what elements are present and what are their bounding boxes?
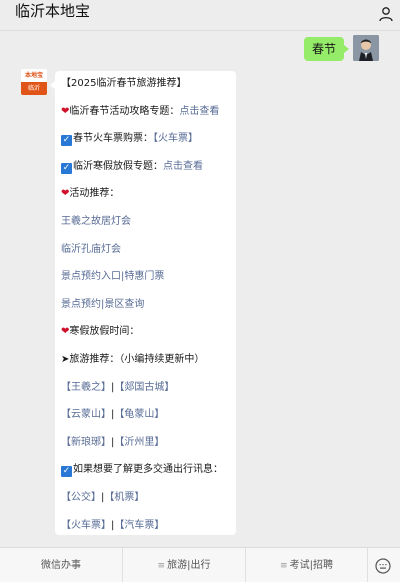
message-link[interactable]: 王羲之故居灯会	[61, 216, 131, 227]
message-link[interactable]: 【火车票】	[61, 520, 111, 531]
message-line: 【新琅琊】|【沂州里】	[61, 436, 164, 450]
message-link[interactable]: 【龟蒙山】	[114, 409, 164, 420]
message-line: 【王羲之】|【郯国古城】	[61, 381, 174, 395]
avatar-city-text: 临沂	[21, 82, 47, 95]
message-text: 旅游推荐：（小编持续更新中）	[69, 354, 205, 365]
message-line: ✓ 如果想要了解更多交通出行讯息：	[61, 463, 223, 478]
message-line: ❤临沂春节活动攻略专题：点击查看	[61, 105, 219, 119]
bottom-menu-bar: 微信办事 ≡ 旅游|出行 ≡ 考试|招聘	[0, 547, 400, 582]
incoming-bubble: 【2025临沂春节旅游推荐】 ❤临沂春节活动攻略专题：点击查看 ✓ 春节火车票购票：【…	[50, 71, 236, 535]
message-line: 【云蒙山】|【龟蒙山】	[61, 408, 164, 422]
message-line: ❤寒假放假时间：	[61, 325, 139, 339]
avatar-logo-text: 本地宝	[21, 69, 47, 82]
message-link[interactable]: 【沂州里】	[114, 437, 164, 448]
message-link[interactable]: 点击查看	[163, 161, 203, 172]
menu-label: 旅游|出行	[167, 560, 211, 571]
message-link[interactable]: 临沂孔庙灯会	[61, 244, 121, 255]
message-link[interactable]: 点击查看	[179, 106, 219, 117]
keyboard-icon[interactable]	[375, 558, 391, 574]
message-link[interactable]: 【火车票】	[153, 133, 198, 144]
checkbox-icon: ✓	[61, 135, 72, 147]
message-link[interactable]: 【新琅琊】	[61, 437, 111, 448]
official-account-avatar[interactable]: 本地宝 临沂	[21, 69, 47, 95]
user-avatar-image	[353, 35, 379, 61]
message-link[interactable]: 【云蒙山】	[61, 409, 111, 420]
message-link[interactable]: 景点预约|景区查询	[61, 299, 144, 310]
message-line: 王羲之故居灯会	[61, 215, 131, 229]
message-line: ✓ 春节火车票购票：【火车票】	[61, 132, 198, 147]
top-bar: 临沂本地宝	[0, 0, 400, 31]
message-line: 【2025临沂春节旅游推荐】	[61, 77, 186, 91]
menu-travel[interactable]: ≡ 旅游|出行	[123, 548, 246, 582]
chat-area[interactable]: 春节 本地宝 临沂 【2025临沂春节旅游推荐】 ❤临沂春节活动攻略专题：点击查看…	[0, 31, 400, 547]
message-text: 寒假放假时间：	[69, 326, 140, 338]
person-icon[interactable]	[378, 6, 394, 22]
checkbox-icon: ✓	[61, 162, 72, 174]
message-text: 临沂寒假放假专题：	[73, 160, 163, 172]
message-link[interactable]: 【公交】	[61, 492, 101, 503]
message-text: 春节火车票购票：	[73, 133, 153, 145]
message-text: 【2025临沂春节旅游推荐】	[61, 78, 187, 89]
menu-exam-jobs[interactable]: ≡ 考试|招聘	[246, 548, 368, 582]
message-link[interactable]: 景点预约入口|特惠门票	[61, 271, 164, 282]
menu-label: 微信办事	[41, 560, 81, 571]
menu-wechat-services[interactable]: 微信办事	[0, 548, 123, 582]
menu-list-icon: ≡	[280, 561, 288, 571]
message-line: ➤旅游推荐：（小编持续更新中）	[61, 353, 204, 367]
message-text: 活动推荐：	[69, 188, 120, 200]
message-line: 临沂孔庙灯会	[61, 243, 121, 257]
outgoing-message: 春节	[0, 35, 400, 65]
message-link[interactable]: 【王羲之】	[61, 382, 111, 393]
menu-label: 考试|招聘	[289, 560, 333, 571]
outgoing-bubble[interactable]: 春节	[303, 37, 350, 61]
message-text: 如果想要了解更多交通出行讯息：	[73, 464, 223, 476]
message-line: 景点预约入口|特惠门票	[61, 270, 164, 284]
chat-title: 临沂本地宝	[15, 2, 91, 20]
message-line: 【火车票】|【汽车票】	[61, 519, 164, 533]
message-line: 景点预约|景区查询	[61, 298, 144, 312]
message-link[interactable]: 【汽车票】	[114, 520, 164, 531]
message-line: 【公交】|【机票】	[61, 491, 144, 505]
menu-list-icon: ≡	[157, 561, 166, 571]
message-line: ❤活动推荐：	[61, 187, 119, 201]
message-link[interactable]: 【机票】	[104, 492, 144, 503]
message-line: ✓ 临沂寒假放假专题：点击查看	[61, 160, 203, 174]
message-text: 临沂春节活动攻略专题：	[69, 105, 180, 117]
message-link[interactable]: 【郯国古城】	[114, 382, 174, 393]
user-avatar[interactable]	[353, 35, 379, 61]
checkbox-icon: ✓	[61, 466, 72, 478]
